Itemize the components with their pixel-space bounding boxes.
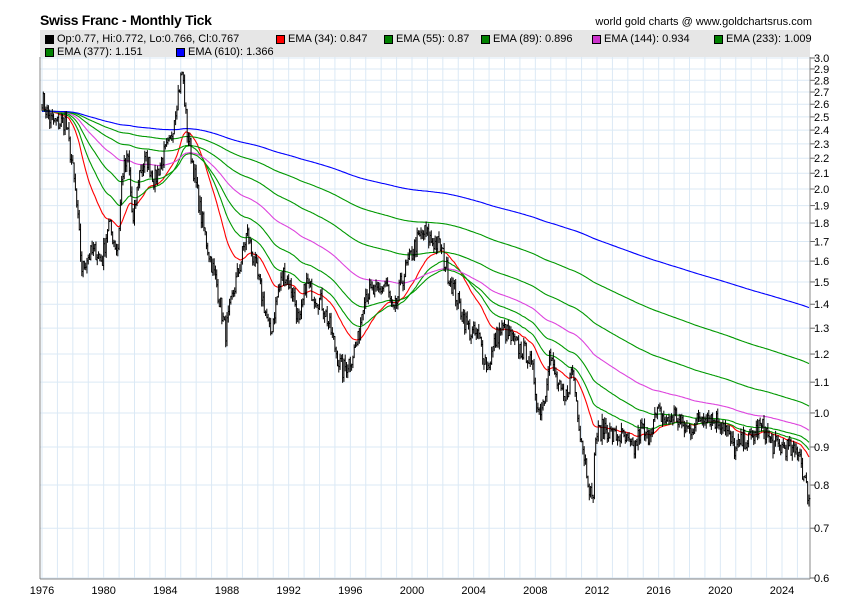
y-tick-label: 0.6 xyxy=(814,573,829,585)
legend-item: EMA (233): 1.009 xyxy=(714,33,812,45)
legend-item: EMA (89): 0.896 xyxy=(481,33,573,45)
ema-34-line xyxy=(41,109,810,458)
legend-label: Op:0.77, Hi:0.772, Lo:0.766, Cl:0.767 xyxy=(57,33,240,45)
y-tick-label: 1.9 xyxy=(814,201,829,213)
y-tick-label: 1.5 xyxy=(814,277,829,289)
y-tick-label: 2.8 xyxy=(814,75,829,87)
legend-swatch-icon xyxy=(45,34,54,44)
y-tick-label: 1.1 xyxy=(814,377,829,389)
x-tick-label: 2020 xyxy=(708,585,732,597)
y-tick-label: 2.7 xyxy=(814,87,829,99)
legend-label: EMA (233): 1.009 xyxy=(726,33,812,45)
y-tick-label: 2.0 xyxy=(814,184,829,196)
x-tick-label: 2016 xyxy=(646,585,670,597)
x-tick-label: 1984 xyxy=(153,585,177,597)
x-tick-label: 2024 xyxy=(770,585,794,597)
y-tick-label: 0.9 xyxy=(814,442,829,454)
x-tick-label: 1980 xyxy=(91,585,115,597)
legend-swatch-icon xyxy=(592,34,601,44)
y-tick-label: 2.3 xyxy=(814,139,829,151)
x-tick-label: 2000 xyxy=(400,585,424,597)
legend-label: EMA (610): 1.366 xyxy=(188,46,274,58)
x-tick-label: 2004 xyxy=(461,585,485,597)
y-tick-label: 0.7 xyxy=(814,523,829,535)
legend-swatch-icon xyxy=(276,34,285,44)
legend-label: EMA (89): 0.896 xyxy=(493,33,573,45)
y-tick-label: 0.8 xyxy=(814,480,829,492)
legend-item: EMA (377): 1.151 xyxy=(45,46,143,58)
legend-swatch-icon xyxy=(176,47,185,57)
y-tick-label: 2.2 xyxy=(814,153,829,165)
x-tick-label: 1996 xyxy=(338,585,362,597)
y-tick-label: 1.4 xyxy=(814,299,829,311)
y-tick-label: 2.4 xyxy=(814,125,829,137)
ema-377-line xyxy=(41,110,810,365)
legend-item: EMA (34): 0.847 xyxy=(276,33,368,45)
ema-233-line xyxy=(41,110,810,407)
y-tick-label: 2.6 xyxy=(814,99,829,111)
legend-swatch-icon xyxy=(384,34,393,44)
y-tick-label: 1.6 xyxy=(814,256,829,268)
legend-label: EMA (34): 0.847 xyxy=(288,33,368,45)
legend-label: EMA (377): 1.151 xyxy=(57,46,143,58)
legend-label: EMA (55): 0.87 xyxy=(396,33,470,45)
x-tick-label: 2008 xyxy=(523,585,547,597)
x-tick-label: 1976 xyxy=(30,585,54,597)
legend-swatch-icon xyxy=(481,34,490,44)
chart-container: Swiss Franc - Monthly Tick world gold ch… xyxy=(0,0,850,616)
y-tick-label: 1.8 xyxy=(814,218,829,230)
legend-label: EMA (144): 0.934 xyxy=(604,33,690,45)
ema-89-line xyxy=(41,110,810,443)
ema-610-line xyxy=(41,110,810,309)
legend-item: EMA (610): 1.366 xyxy=(176,46,274,58)
legend-swatch-icon xyxy=(45,47,54,57)
price-chart: 0.6 0.7 0.8 0.9 1.0 1.1 1.2 1.3 1.4 1.5 1.6 1.7 1.8 1… xyxy=(30,53,830,597)
y-tick-label: 1.2 xyxy=(814,349,829,361)
legend-item: EMA (55): 0.87 xyxy=(384,33,469,45)
y-tick-label: 2.1 xyxy=(814,168,829,180)
y-tick-label: 1.0 xyxy=(814,408,829,420)
y-tick-label: 1.3 xyxy=(814,323,829,335)
y-tick-label: 1.7 xyxy=(814,237,829,249)
y-tick-label: 3.0 xyxy=(814,53,829,65)
y-tick-label: 2.9 xyxy=(814,64,829,76)
x-tick-label: 1992 xyxy=(276,585,300,597)
x-tick-label: 2012 xyxy=(585,585,609,597)
chart-legend: Op:0.77, Hi:0.772, Lo:0.766, Cl:0.767 EMA… xyxy=(40,30,812,58)
y-tick-label: 2.5 xyxy=(814,112,829,124)
legend-swatch-icon xyxy=(714,34,723,44)
x-tick-label: 1988 xyxy=(215,585,239,597)
legend-item: Op:0.77, Hi:0.772, Lo:0.766, Cl:0.767 xyxy=(45,33,239,45)
legend-item: EMA (144): 0.934 xyxy=(592,33,690,45)
